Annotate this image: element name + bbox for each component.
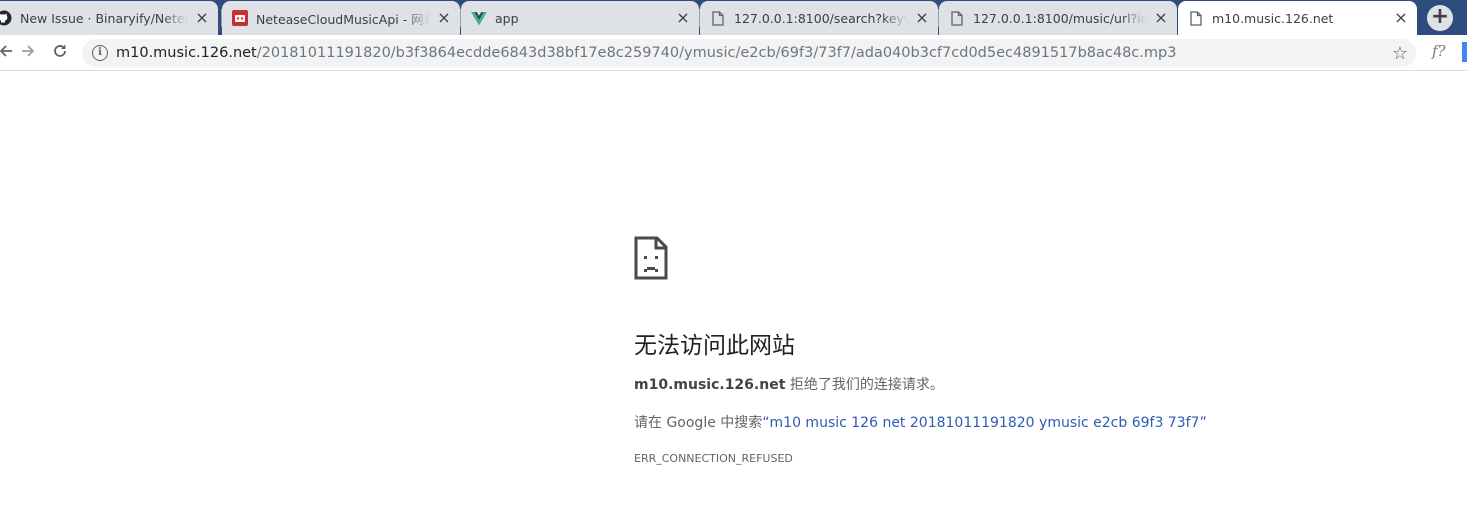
new-tab-button[interactable]: + — [1427, 5, 1453, 31]
profile-button[interactable] — [1462, 42, 1467, 62]
error-description: m10.music.126.net 拒绝了我们的连接请求。 — [634, 374, 1254, 394]
search-prefix: 请在 Google 中搜索 — [634, 415, 763, 431]
star-icon[interactable]: ☆ — [1392, 43, 1408, 64]
tab-m10-music[interactable]: m10.music.126.net × — [1178, 1, 1417, 35]
vue-icon — [471, 10, 487, 26]
extension-button[interactable]: f? — [1432, 42, 1446, 60]
github-icon — [0, 10, 12, 26]
tab-title: New Issue · Binaryify/NeteaseCloudMusicA… — [20, 10, 188, 26]
close-icon[interactable]: × — [436, 10, 452, 26]
error-title: 无法访问此网站 — [634, 333, 795, 359]
tab-netease-api[interactable]: NeteaseCloudMusicApi - 网易云音乐 × — [222, 1, 460, 35]
error-content: 无法访问此网站 m10.music.126.net 拒绝了我们的连接请求。 请在… — [634, 236, 1254, 465]
tab-title: 127.0.0.1:8100/search?keywords= — [734, 10, 908, 26]
tab-title: 127.0.0.1:8100/music/url?id=2 — [973, 10, 1147, 26]
forward-button[interactable] — [16, 41, 40, 65]
tab-app[interactable]: app × — [461, 1, 699, 35]
tab-title: m10.music.126.net — [1212, 10, 1334, 26]
toolbar: i m10.music.126.net/20181011191820/b3f38… — [0, 35, 1467, 71]
tab-title: app — [495, 10, 519, 26]
error-code: ERR_CONNECTION_REFUSED — [634, 452, 793, 465]
page-icon — [949, 10, 965, 26]
url-path: /20181011191820/b3f3864ecdde6843d38bf17e… — [256, 45, 1177, 61]
tab-search[interactable]: 127.0.0.1:8100/search?keywords= × — [700, 1, 938, 35]
tab-strip: New Issue · Binaryify/NeteaseCloudMusicA… — [0, 0, 1467, 35]
info-icon[interactable]: i — [92, 45, 108, 61]
error-host: m10.music.126.net — [634, 377, 786, 393]
reload-button[interactable] — [48, 41, 72, 65]
google-search-link[interactable]: “m10 music 126 net 20181011191820 ymusic… — [762, 415, 1206, 431]
close-icon[interactable]: × — [1153, 10, 1169, 26]
page-icon — [710, 10, 726, 26]
arrow-right-icon — [20, 43, 36, 64]
tab-github-issue[interactable]: New Issue · Binaryify/NeteaseCloudMusicA… — [0, 1, 218, 35]
sad-document-icon — [634, 236, 668, 280]
error-refused-text: 拒绝了我们的连接请求。 — [785, 377, 944, 393]
page-icon — [1188, 10, 1204, 26]
arrow-left-icon — [0, 43, 14, 64]
url-text[interactable]: m10.music.126.net/20181011191820/b3f3864… — [116, 45, 1176, 61]
error-search-suggestion: 请在 Google 中搜索“m10 music 126 net 20181011… — [634, 412, 1254, 432]
reload-icon — [52, 43, 68, 64]
close-icon[interactable]: × — [675, 10, 691, 26]
close-icon[interactable]: × — [914, 10, 930, 26]
netease-icon — [232, 10, 248, 26]
close-icon[interactable]: × — [194, 10, 210, 26]
tab-music-url[interactable]: 127.0.0.1:8100/music/url?id=2 × — [939, 1, 1177, 35]
close-icon[interactable]: × — [1393, 10, 1409, 26]
url-host: m10.music.126.net — [116, 45, 257, 61]
tab-title: NeteaseCloudMusicApi - 网易云音乐 — [256, 11, 430, 27]
address-bar[interactable]: i m10.music.126.net/20181011191820/b3f38… — [82, 39, 1416, 67]
